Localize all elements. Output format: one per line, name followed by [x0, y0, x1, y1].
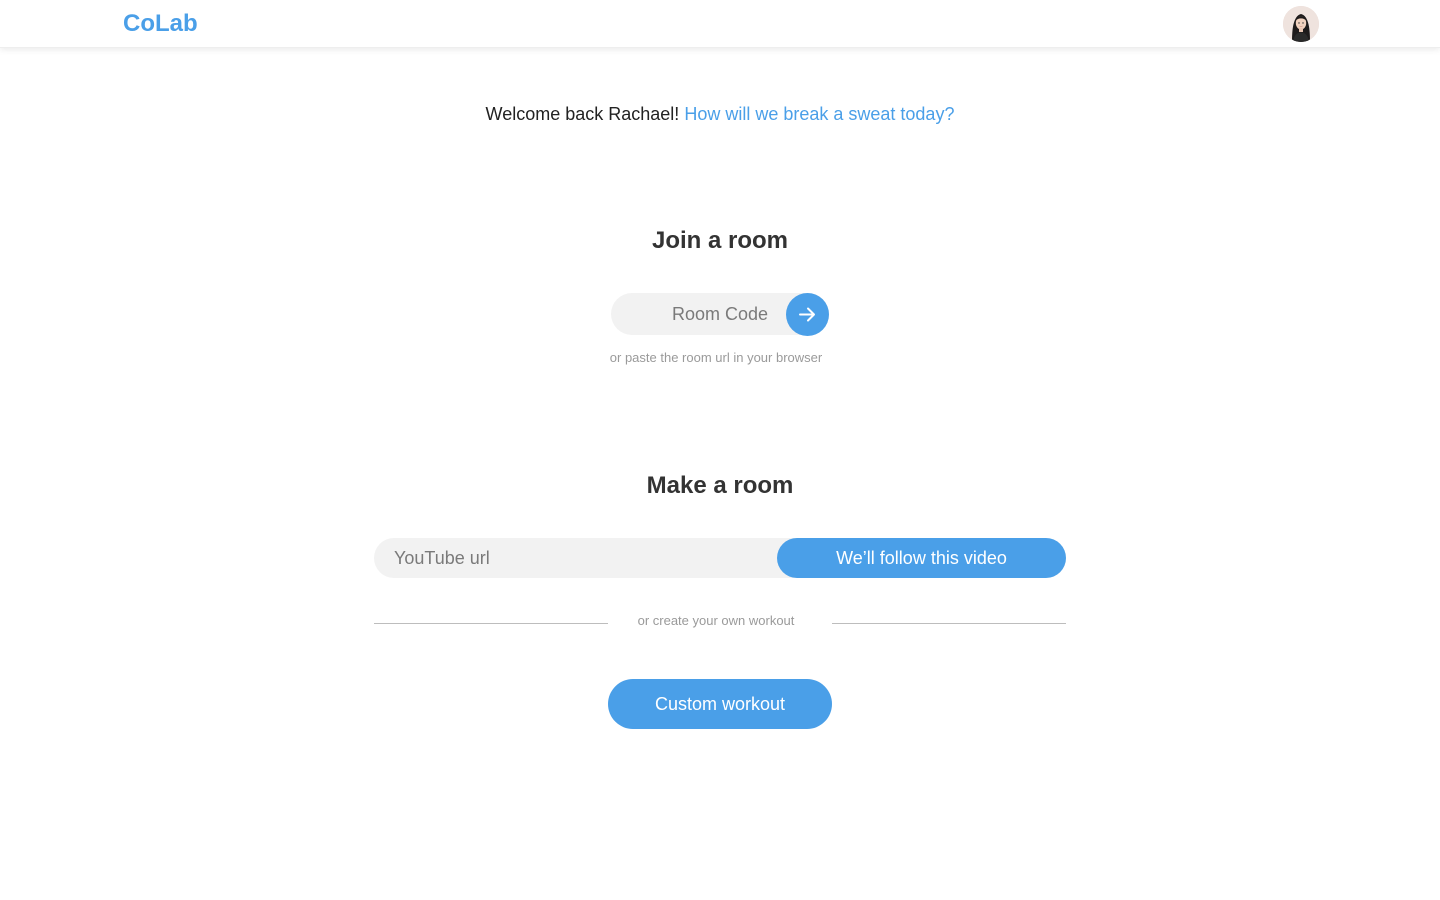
join-room-button[interactable]	[786, 293, 829, 336]
divider-line-left	[374, 623, 608, 624]
custom-workout-divider-text: or create your own workout	[637, 613, 795, 628]
top-nav-bar: CoLab	[0, 0, 1440, 48]
welcome-prompt: How will we break a sweat today?	[684, 104, 955, 124]
welcome-greeting: Welcome back Rachael!	[485, 104, 680, 124]
avatar-portrait-icon	[1283, 6, 1319, 42]
welcome-message: Welcome back Rachael! How will we break …	[0, 104, 1440, 125]
user-avatar[interactable]	[1283, 6, 1319, 42]
divider-line-right	[832, 623, 1066, 624]
app-logo[interactable]: CoLab	[123, 10, 198, 38]
follow-video-button[interactable]: We’ll follow this video	[777, 538, 1066, 578]
arrow-right-icon	[799, 307, 815, 322]
join-room-title: Join a room	[651, 227, 789, 254]
custom-workout-button[interactable]: Custom workout	[608, 679, 832, 729]
youtube-url-input[interactable]	[374, 538, 794, 578]
make-room-title: Make a room	[646, 472, 794, 499]
room-url-hint: or paste the room url in your browser	[609, 350, 823, 365]
